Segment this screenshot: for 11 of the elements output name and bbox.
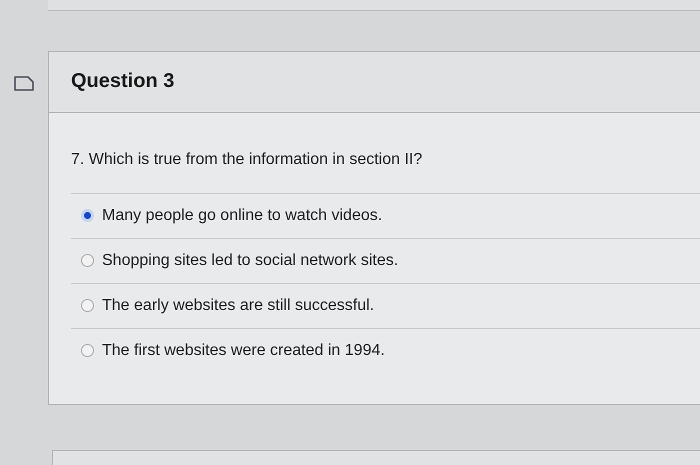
radio-button[interactable]	[81, 254, 94, 268]
question-prompt: 7. Which is true from the information in section II?	[71, 150, 700, 194]
radio-button[interactable]	[81, 299, 94, 312]
answer-option[interactable]: Many people go online to watch videos.	[102, 206, 382, 225]
radio-button[interactable]	[81, 344, 94, 358]
answer-option[interactable]: The early websites are still successful.	[102, 296, 374, 315]
answer-option[interactable]: The first websites were created in 1994.	[102, 342, 385, 360]
question-title: Question 3	[71, 70, 174, 94]
answer-option[interactable]: Shopping sites led to social network sites.	[102, 252, 398, 270]
radio-button[interactable]	[81, 209, 94, 222]
flag-icon[interactable]	[13, 74, 35, 93]
